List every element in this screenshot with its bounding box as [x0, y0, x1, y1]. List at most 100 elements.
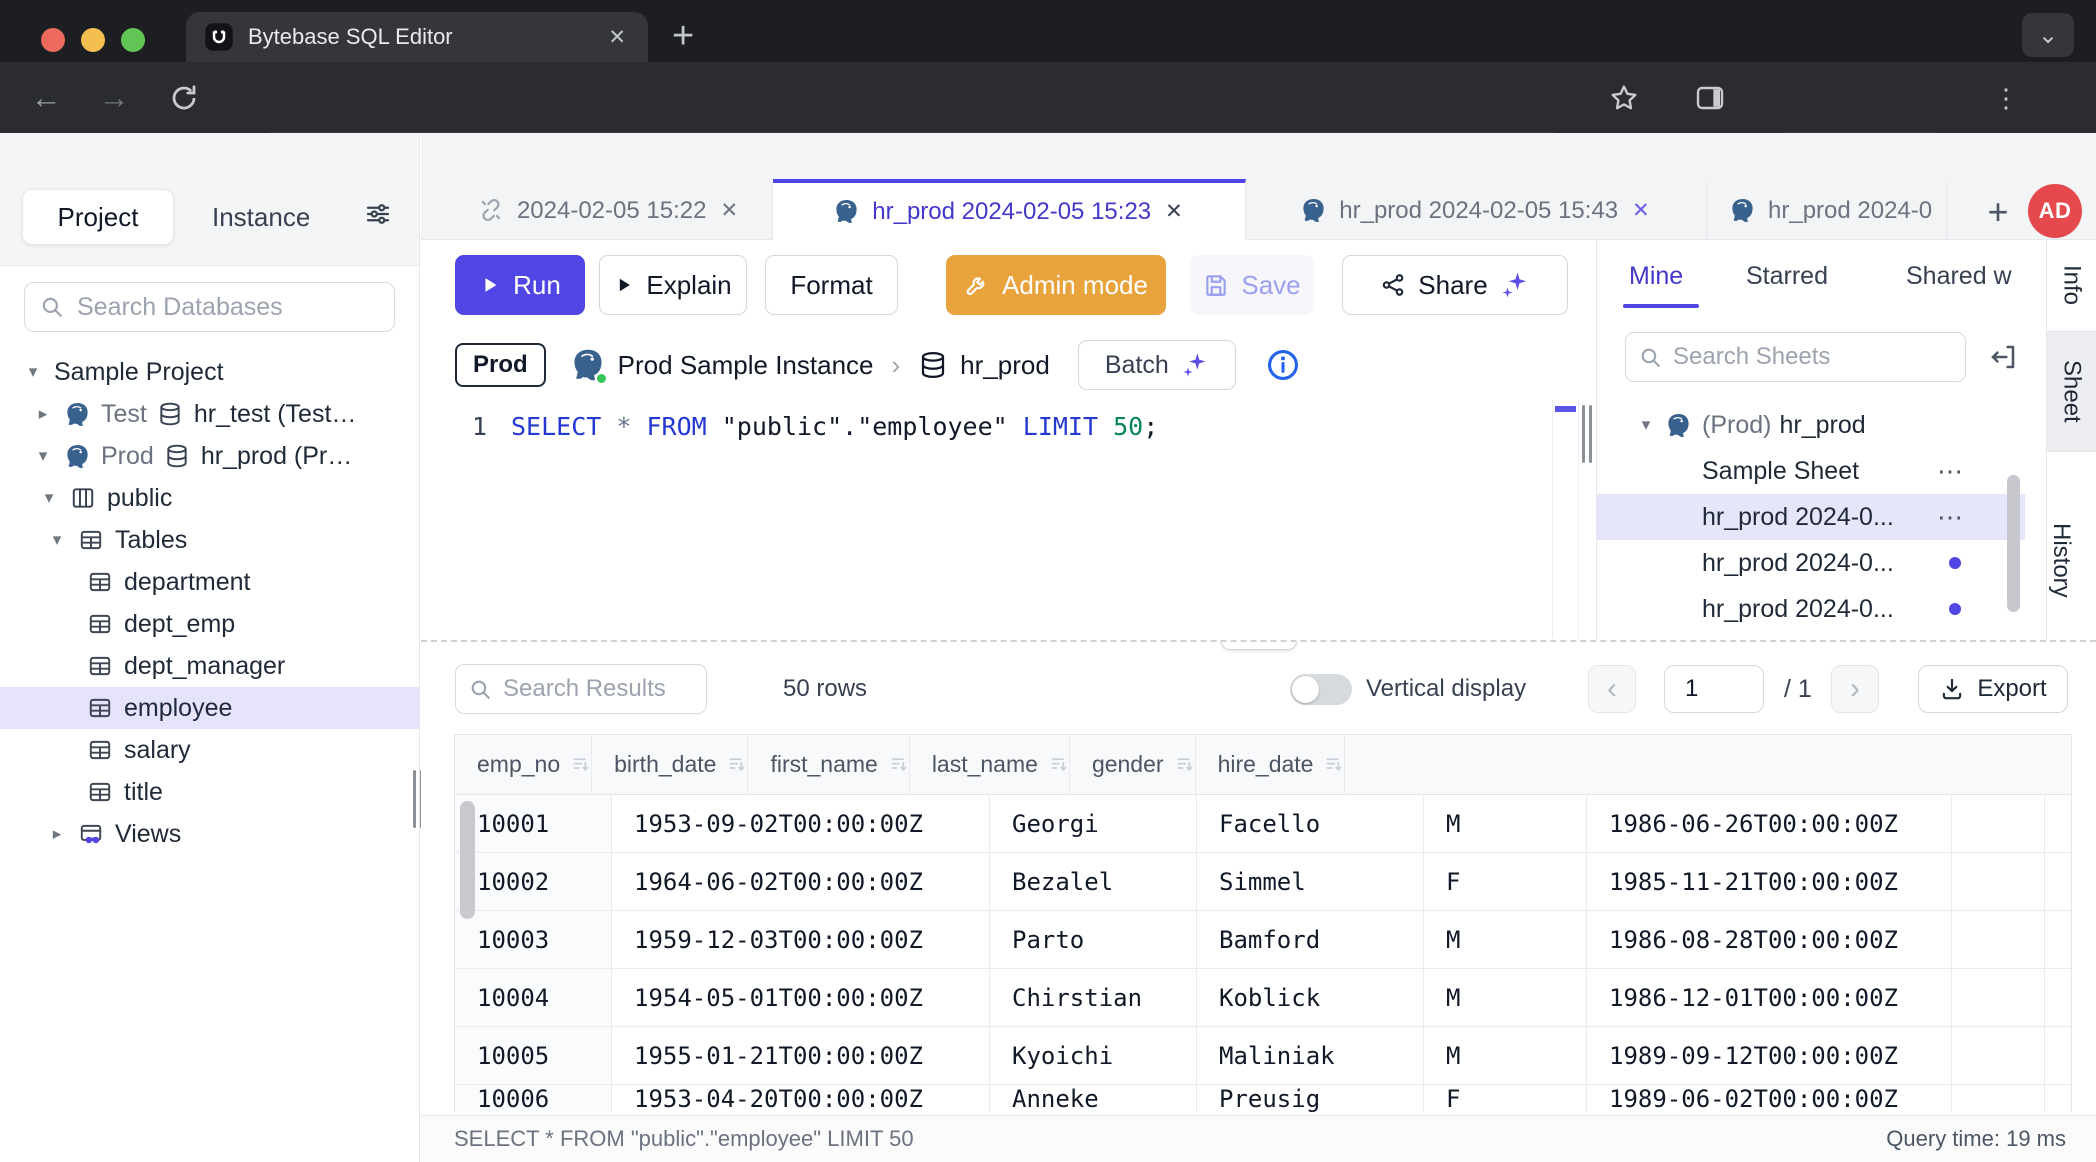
editor-tab[interactable]: 2024-02-05 15:22 ✕ [446, 182, 773, 239]
tab-overview-button[interactable]: ⌄ [2022, 13, 2074, 57]
tree-item[interactable]: dept_manager [0, 645, 419, 687]
table-scrollbar-track[interactable] [2045, 911, 2071, 968]
editor-tab[interactable]: hr_prod 2024-02-05 15:23 ✕ [773, 179, 1246, 240]
tab-instance[interactable]: Instance [198, 189, 324, 245]
user-avatar[interactable]: AD [2028, 184, 2082, 238]
tree-item[interactable]: department [0, 561, 419, 603]
tree-caret-icon[interactable] [34, 488, 64, 508]
new-browser-tab-button[interactable]: + [672, 14, 694, 58]
side-panel-icon[interactable] [1692, 80, 1728, 116]
run-button[interactable]: Run [455, 255, 585, 315]
page-number-input[interactable]: 1 [1664, 665, 1764, 713]
tree-item[interactable]: Views [0, 813, 419, 855]
close-tab-icon[interactable]: ✕ [1630, 198, 1652, 223]
table-row[interactable]: 10003 1959-12-03T00:00:00Z Parto Bamford… [455, 911, 2071, 969]
explain-button[interactable]: Explain [599, 255, 747, 315]
sort-icon[interactable] [1323, 754, 1344, 775]
sheet-group-partial[interactable] [1597, 392, 2046, 402]
search-results-input[interactable]: Search Results [455, 664, 707, 714]
sort-icon[interactable] [1174, 754, 1195, 775]
vertical-display-toggle[interactable] [1290, 674, 1352, 705]
next-page-button[interactable]: › [1831, 665, 1879, 713]
tree-item[interactable]: public [0, 477, 419, 519]
browser-menu-icon[interactable]: ⋮ [1988, 80, 2024, 116]
connection-info-icon[interactable] [1266, 348, 1300, 382]
share-button[interactable]: Share [1342, 255, 1568, 315]
sheet-item[interactable]: hr_prod 2024-0... [1597, 586, 2025, 632]
sheet-item[interactable]: hr_prod 2024-0... ⋯ [1597, 494, 2025, 540]
sort-icon[interactable] [570, 754, 591, 775]
sort-icon[interactable] [726, 754, 747, 775]
more-menu-icon[interactable]: ⋯ [1937, 456, 1965, 487]
tree-item[interactable]: dept_emp [0, 603, 419, 645]
new-sheet-tab-button[interactable]: + [1978, 192, 2018, 232]
table-scrollbar-track[interactable] [2045, 969, 2071, 1026]
editor-tab[interactable]: hr_prod 2024-02-05 15:43 ✕ [1246, 182, 1707, 239]
side-tab-history[interactable]: History [2047, 452, 2096, 640]
sheet-list-scrollbar[interactable] [2007, 475, 2020, 612]
tree-item[interactable]: title [0, 771, 419, 813]
window-minimize-button[interactable] [81, 28, 105, 52]
browser-tab-close-icon[interactable]: ✕ [604, 25, 630, 50]
admin-mode-button[interactable]: Admin mode [946, 255, 1166, 315]
search-databases-input[interactable]: Search Databases [24, 282, 395, 332]
window-zoom-button[interactable] [121, 28, 145, 52]
collapse-panel-icon[interactable] [1987, 341, 2019, 373]
column-header[interactable]: last_name [910, 735, 1070, 794]
table-row[interactable]: 10005 1955-01-21T00:00:00Z Kyoichi Malin… [455, 1027, 2071, 1085]
tree-item[interactable]: salary [0, 729, 419, 771]
tree-caret-icon[interactable] [42, 824, 72, 844]
results-resize-handle[interactable] [1221, 640, 1297, 650]
more-menu-icon[interactable]: ⋯ [1937, 502, 1965, 533]
tree-caret-icon[interactable] [18, 362, 48, 382]
side-tab-info[interactable]: Info [2047, 240, 2096, 332]
column-header[interactable]: first_name [748, 735, 909, 794]
tree-item[interactable]: Prod hr_prod (Pr… [0, 435, 419, 477]
forward-button[interactable]: → [96, 80, 132, 116]
tree-item[interactable]: Test hr_test (Test… [0, 393, 419, 435]
save-button[interactable]: Save [1190, 255, 1314, 315]
search-sheets-input[interactable]: Search Sheets [1625, 332, 1966, 382]
sheet-item[interactable]: hr_prod 2024-0... [1597, 540, 2025, 586]
prev-page-button[interactable]: ‹ [1588, 665, 1636, 713]
format-button[interactable]: Format [765, 255, 898, 315]
close-tab-icon[interactable]: ✕ [1163, 199, 1185, 224]
editor-tab[interactable]: hr_prod 2024-0 [1707, 182, 1947, 239]
tab-mine[interactable]: Mine [1629, 262, 1683, 291]
table-scrollbar-track[interactable] [2045, 853, 2071, 910]
close-tab-icon[interactable]: ✕ [718, 198, 740, 223]
window-close-button[interactable] [41, 28, 65, 52]
browser-tab[interactable]: Bytebase SQL Editor ✕ [186, 12, 648, 62]
table-scrollbar-track[interactable] [2045, 1085, 2071, 1112]
tree-caret-icon[interactable] [1633, 415, 1659, 435]
tab-shared-with-me[interactable]: Shared w [1906, 262, 2012, 291]
sort-icon[interactable] [1048, 754, 1069, 775]
panel-resize-handle[interactable] [1582, 405, 1592, 463]
back-button[interactable]: ← [28, 80, 64, 116]
table-scrollbar-thumb[interactable] [460, 801, 475, 919]
tab-project[interactable]: Project [22, 189, 174, 245]
column-header[interactable]: emp_no [455, 735, 592, 794]
sort-icon[interactable] [888, 754, 909, 775]
table-row[interactable]: 10002 1964-06-02T00:00:00Z Bezalel Simme… [455, 853, 2071, 911]
column-header[interactable]: birth_date [592, 735, 748, 794]
instance-name[interactable]: Prod Sample Instance [618, 350, 874, 381]
tab-starred[interactable]: Starred [1746, 262, 1828, 291]
tree-caret-icon[interactable] [28, 446, 58, 466]
sheet-group[interactable]: (Prod) hr_prod [1597, 402, 2046, 448]
filter-settings-icon[interactable] [363, 199, 393, 229]
column-header[interactable]: gender [1070, 735, 1196, 794]
reload-button[interactable] [166, 80, 202, 116]
tree-caret-icon[interactable] [42, 530, 72, 550]
tree-caret-icon[interactable] [28, 404, 58, 424]
table-row[interactable]: 10006 1953-04-20T00:00:00Z Anneke Preusi… [455, 1085, 2071, 1112]
sheet-item[interactable]: Sample Sheet ⋯ [1597, 448, 2025, 494]
tree-item[interactable]: Sample Project [0, 351, 419, 393]
column-header[interactable]: hire_date [1196, 735, 1346, 794]
table-row[interactable]: 10001 1953-09-02T00:00:00Z Georgi Facell… [455, 795, 2071, 853]
table-scrollbar-track[interactable] [2045, 1027, 2071, 1084]
tree-item[interactable]: employee [0, 687, 419, 729]
editor-minimap[interactable] [1552, 400, 1579, 638]
table-scrollbar-track[interactable] [2045, 795, 2071, 852]
database-name[interactable]: hr_prod [960, 350, 1050, 381]
